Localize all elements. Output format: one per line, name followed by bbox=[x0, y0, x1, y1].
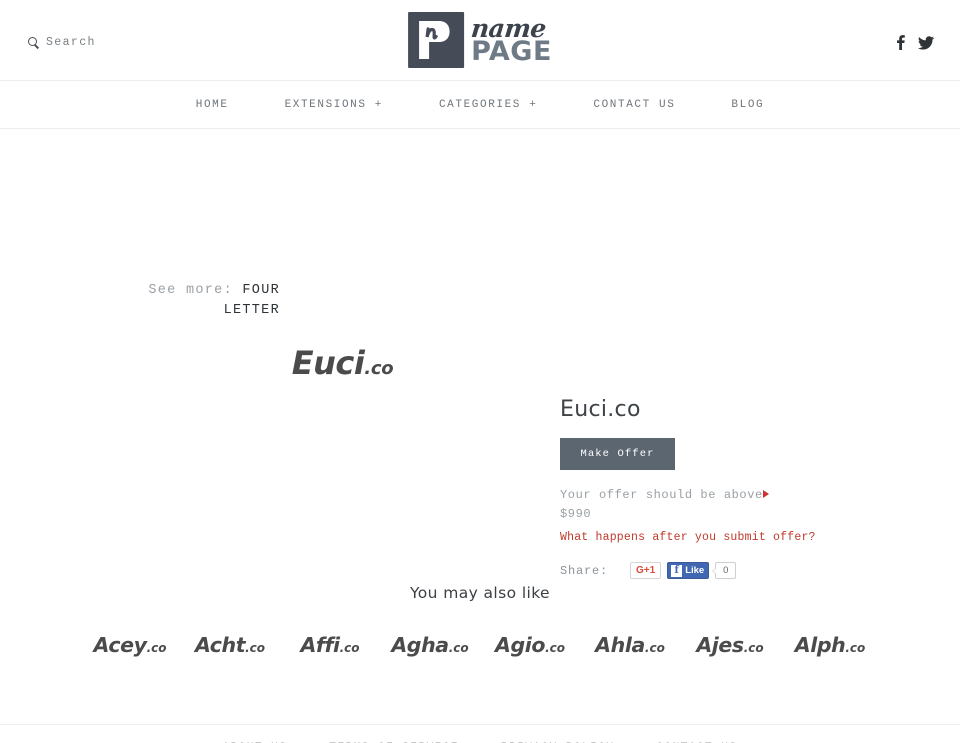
facebook-like-group: f Like 0 bbox=[667, 562, 737, 579]
search-label: Search bbox=[46, 36, 96, 49]
twitter-icon[interactable] bbox=[917, 35, 935, 55]
facebook-like-label: Like bbox=[685, 565, 705, 576]
logo-page-text: PAGE bbox=[471, 35, 552, 67]
related-domain-tld: .co bbox=[845, 641, 866, 655]
related-domain-name: Acey bbox=[93, 633, 147, 657]
related-domain-name: Acht bbox=[194, 633, 246, 657]
minimum-offer-note: Your offer should be above $990 bbox=[560, 486, 775, 524]
make-offer-button[interactable]: Make Offer bbox=[560, 438, 675, 470]
nav-item-blog[interactable]: BLOG bbox=[703, 99, 792, 111]
offer-help-link[interactable]: What happens after you submit offer? bbox=[560, 531, 900, 544]
facebook-like-count[interactable]: 0 bbox=[712, 562, 737, 579]
related-domains-title: You may also like bbox=[409, 584, 550, 602]
related-domain-name: Alph bbox=[794, 633, 846, 657]
related-domain-name: Ajes bbox=[696, 633, 744, 657]
facebook-like-button[interactable]: f Like bbox=[667, 562, 710, 579]
social-links bbox=[896, 35, 935, 55]
domain-artwork-tld: .co bbox=[364, 358, 394, 379]
related-domain-tld: .co bbox=[339, 641, 360, 655]
related-domain-name: Ahla bbox=[595, 633, 645, 657]
logo-wordmark: name PAGE bbox=[469, 13, 552, 67]
list-item[interactable]: Alph.co bbox=[780, 633, 880, 657]
breadcrumb-category-link[interactable]: FOUR LETTER bbox=[224, 283, 280, 318]
facebook-icon[interactable] bbox=[896, 35, 905, 55]
nav-item-contact-us[interactable]: CONTACT US bbox=[565, 99, 703, 111]
list-item[interactable]: Agio.co bbox=[480, 633, 580, 657]
search-icon bbox=[28, 37, 39, 48]
offer-panel: Euci.co Make Offer Your offer should be … bbox=[560, 397, 900, 579]
breadcrumb: See more: FOUR LETTER bbox=[105, 281, 280, 321]
share-label: Share: bbox=[560, 563, 609, 578]
breadcrumb-prefix: See more: bbox=[148, 283, 233, 298]
site-logo[interactable]: name PAGE bbox=[408, 12, 552, 68]
related-domain-name: Affi bbox=[300, 633, 340, 657]
site-header: Search name PAGE bbox=[0, 0, 960, 81]
namepage-logo-mark-icon bbox=[408, 12, 465, 68]
list-item[interactable]: Acey.co bbox=[80, 633, 180, 657]
domain-artwork: Euci.co bbox=[230, 344, 455, 382]
list-item[interactable]: Affi.co bbox=[280, 633, 380, 657]
related-domain-name: Agio bbox=[495, 633, 546, 657]
domain-artwork-name: Euci bbox=[291, 344, 365, 382]
share-row: Share: G+1 f Like 0 bbox=[560, 562, 900, 579]
related-domains-section: You may also like Acey.co Acht.co Affi.c… bbox=[0, 584, 960, 657]
share-buttons: G+1 f Like 0 bbox=[630, 562, 737, 579]
main-navigation: HOME EXTENSIONS + CATEGORIES + CONTACT U… bbox=[0, 81, 960, 129]
main-content: See more: FOUR LETTER Euci.co Euci.co Ma… bbox=[0, 129, 960, 743]
search-trigger[interactable]: Search bbox=[28, 36, 96, 49]
footer-links: ABOUT US TERMS OF SERVICE PRIVACY POLICY… bbox=[0, 724, 960, 743]
related-domain-name: Agha bbox=[391, 633, 449, 657]
related-domain-tld: .co bbox=[644, 641, 665, 655]
nav-item-home[interactable]: HOME bbox=[168, 99, 257, 111]
list-item[interactable]: Ahla.co bbox=[580, 633, 680, 657]
related-domain-tld: .co bbox=[448, 641, 469, 655]
related-domain-tld: .co bbox=[245, 641, 266, 655]
nav-item-extensions[interactable]: EXTENSIONS + bbox=[257, 99, 411, 111]
related-domain-tld: .co bbox=[743, 641, 764, 655]
related-domain-tld: .co bbox=[146, 641, 167, 655]
related-domain-tld: .co bbox=[545, 641, 565, 655]
list-item[interactable]: Acht.co bbox=[180, 633, 280, 657]
facebook-f-icon: f bbox=[671, 564, 683, 577]
minimum-offer-text: Your offer should be above $990 bbox=[560, 488, 763, 521]
list-item[interactable]: Ajes.co bbox=[680, 633, 780, 657]
page-title: Euci.co bbox=[560, 397, 641, 422]
nav-item-categories[interactable]: CATEGORIES + bbox=[411, 99, 565, 111]
google-plus-one-button[interactable]: G+1 bbox=[630, 562, 662, 579]
arrow-right-icon bbox=[763, 490, 769, 498]
logo-name-text: name bbox=[469, 13, 548, 43]
related-domains-row: Acey.co Acht.co Affi.co Agha.co Agio.co … bbox=[0, 633, 960, 657]
list-item[interactable]: Agha.co bbox=[380, 633, 480, 657]
